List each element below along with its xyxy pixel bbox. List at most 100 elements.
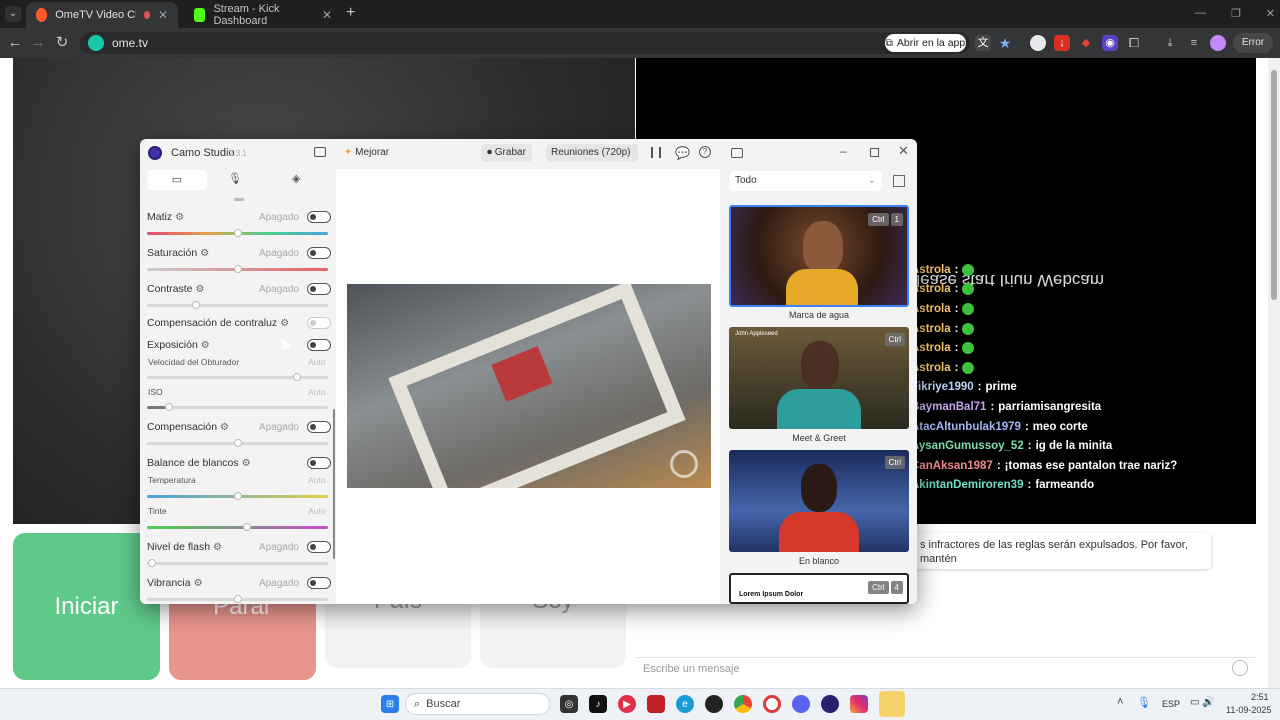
overlay-watermark[interactable]: Ctrl 1 [729,205,909,307]
notifications-icon[interactable]: 💬 [675,146,690,160]
setting-slider[interactable] [147,403,328,411]
setting-slider[interactable] [147,373,328,381]
github-icon[interactable] [705,695,723,713]
setting-toggle[interactable] [307,421,331,433]
maximize-icon[interactable] [870,148,879,157]
gear-icon[interactable]: ⚙ [196,284,205,295]
tab-search-icon[interactable]: ⌄ [5,6,21,22]
close-tab-icon[interactable]: ✕ [158,8,168,22]
setting-slider[interactable] [234,198,244,201]
setting-toggle[interactable] [307,577,331,589]
slider-knob[interactable] [233,439,242,447]
minimize-icon[interactable]: – [840,144,847,158]
tray-chevron-icon[interactable]: ˄ [1117,696,1123,708]
message-input[interactable]: Escribe un mensaje [636,657,1256,681]
gear-icon[interactable]: ⚙ [200,248,209,259]
taskbar-search[interactable]: ⌕ Buscar [405,693,550,715]
file-explorer-icon[interactable] [879,691,905,717]
setting-slider[interactable] [147,523,328,531]
extension-icon[interactable] [1030,35,1046,51]
gear-icon[interactable]: ⚙ [213,542,222,553]
settings-scrollbar[interactable] [333,409,335,559]
setting-slider[interactable] [147,439,328,447]
instagram-icon[interactable] [850,695,868,713]
setting-slider[interactable] [147,492,328,500]
slider-knob[interactable] [233,595,242,603]
overlay-meet-greet[interactable]: John Appleseed Ctrl [729,327,909,429]
media-control-icon[interactable]: ≡ [1186,35,1202,51]
chrome-icon[interactable] [734,695,752,713]
overlay-blank[interactable]: Ctrl [729,450,909,552]
setting-toggle[interactable] [307,339,331,351]
start-button[interactable]: Iniciar [13,533,160,680]
enhance-button[interactable]: ✦ Mejorar [344,147,389,158]
tab-kick[interactable]: Stream - Kick Dashboard ✕ [184,2,342,28]
download-extension-icon[interactable]: ↓ [1054,35,1070,51]
setting-slider[interactable] [147,229,328,237]
tab-ometv[interactable]: OmeTV Video Chat — Ome ✕ [26,2,178,28]
chatgpt-icon[interactable]: ◎ [560,695,578,713]
gear-icon[interactable]: ⚙ [220,422,229,433]
address-bar[interactable]: ome.tv [80,32,970,54]
chat-username[interactable]: AkintanDemiroren39 [911,479,1023,491]
slider-knob[interactable] [233,492,242,500]
setting-toggle[interactable] [307,457,331,469]
edge-icon[interactable]: e [676,695,694,713]
grid-view-icon[interactable] [893,175,905,187]
setting-slider[interactable] [147,301,328,309]
network-volume-icons[interactable]: ▭ 🔊 [1190,697,1215,708]
slider-knob[interactable] [164,403,173,411]
clock-date[interactable]: 11-09-2025 [1226,705,1271,715]
gear-icon[interactable]: ⚙ [175,212,184,223]
forward-icon[interactable]: → [28,33,48,53]
slider-knob[interactable] [242,523,251,531]
help-icon[interactable]: ? [699,146,711,158]
site-info-icon[interactable] [88,35,104,51]
downloads-icon[interactable]: ⤓ [1162,35,1178,51]
preset-dropdown[interactable]: Reuniones (720p) [546,144,638,162]
minimize-icon[interactable]: — [1195,7,1206,20]
start-icon[interactable]: ⊞ [381,695,399,713]
columns-icon[interactable] [651,147,661,158]
error-button[interactable]: Error [1233,33,1273,53]
scrollbar-thumb[interactable] [1271,70,1277,300]
setting-slider[interactable] [147,559,328,567]
slider-knob[interactable] [191,301,200,309]
extension-red-icon[interactable]: ◆ [1078,35,1094,51]
new-tab-icon[interactable]: + [346,4,355,22]
chat-username[interactable]: CanAksan1987 [911,460,993,472]
translate-icon[interactable]: 文 [975,35,991,51]
slider-knob[interactable] [293,373,302,381]
record-button[interactable]: ⏺ Grabar [481,144,532,162]
chat-username[interactable]: AtacAltunbulak1979 [911,421,1021,433]
gear-icon[interactable]: ⚙ [280,318,289,329]
setting-slider[interactable] [147,265,328,273]
setting-toggle[interactable] [307,283,331,295]
slider-knob[interactable] [233,265,242,273]
setting-toggle[interactable] [307,317,331,329]
chat-username[interactable]: AysanGumussoy_52 [911,440,1024,452]
slider-knob[interactable] [233,229,242,237]
app-icon[interactable] [647,695,665,713]
chat-username[interactable]: Fikriye1990 [911,381,974,393]
tray-microphone-icon[interactable]: 🎙 [1137,696,1151,709]
overlay-lorem[interactable]: Lorem Ipsum Dolor Ctrl 4 [729,573,909,604]
open-in-app-button[interactable]: ⧉ Abrir en la app [885,34,966,52]
slider-knob[interactable] [148,559,157,567]
clock-time[interactable]: 2:51 [1251,692,1269,702]
back-icon[interactable]: ← [5,33,25,53]
reload-icon[interactable]: ↻ [52,33,72,53]
chat-username[interactable]: BaymanBal71 [911,401,986,413]
panel-toggle-icon[interactable] [731,148,743,158]
setting-toggle[interactable] [307,541,331,553]
emoji-icon[interactable] [1232,660,1248,676]
close-tab-icon[interactable]: ✕ [322,8,332,22]
bookmark-star-icon[interactable]: ★ [997,35,1013,51]
camo-taskbar-icon[interactable] [821,695,839,713]
extension-purple-icon[interactable]: ◉ [1102,35,1118,51]
gear-icon[interactable]: ⚙ [201,340,210,351]
overlay-filter-dropdown[interactable]: Todo ⌄ [730,171,882,191]
close-icon[interactable]: ✕ [898,143,909,159]
gear-icon[interactable]: ⚙ [194,578,203,589]
maximize-icon[interactable]: ❐ [1231,7,1241,20]
